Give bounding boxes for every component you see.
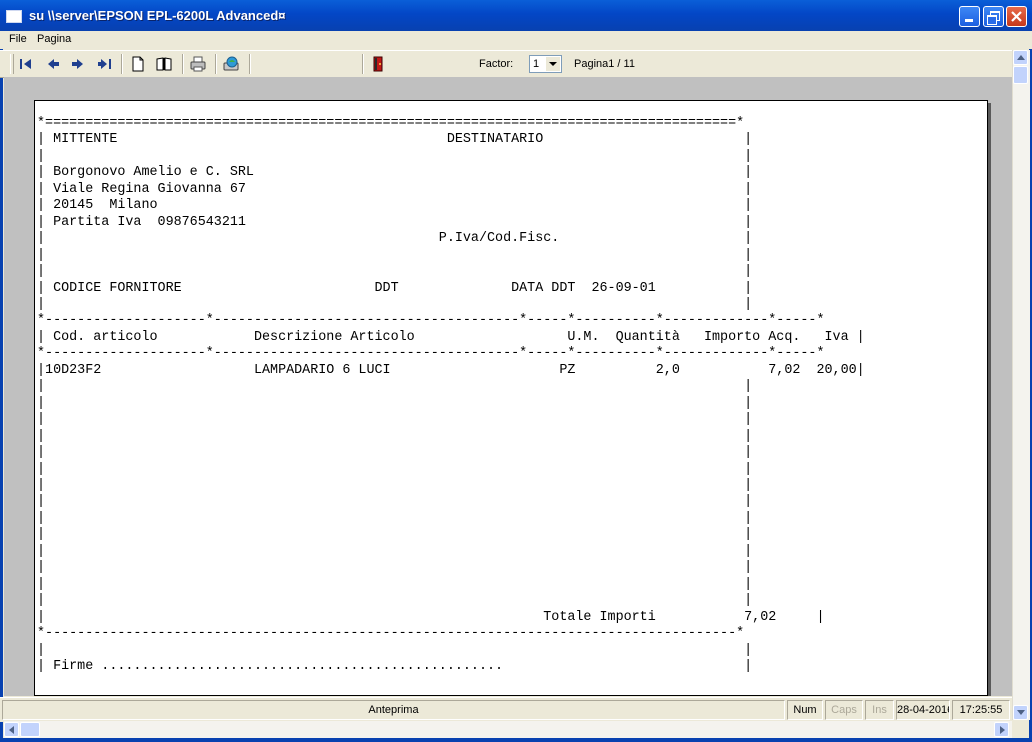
next-page-icon xyxy=(72,59,83,69)
factor-select[interactable]: 1 xyxy=(529,55,562,73)
report-line: *=======================================… xyxy=(37,116,745,131)
report-line: | | xyxy=(37,445,753,461)
exit-button[interactable] xyxy=(367,53,389,75)
window-border-left xyxy=(0,31,3,742)
report-line: | CODICE FORNITORE DDT DATA DDT 26-09-01… xyxy=(37,280,753,296)
window-border-bottom xyxy=(0,738,1032,742)
preview-area[interactable]: *=======================================… xyxy=(4,77,1012,696)
report-line: | | xyxy=(37,560,753,576)
window-title: su \\server\EPSON EPL-6200L Advanced¤ xyxy=(29,8,286,23)
minimize-icon xyxy=(965,19,973,22)
printer-setup-button[interactable] xyxy=(220,53,242,75)
toolbar-separator xyxy=(182,54,184,74)
report-line: | Cod. articolo Descrizione Articolo U.M… xyxy=(37,329,865,345)
close-icon xyxy=(1011,11,1022,22)
horizontal-scroll-thumb[interactable] xyxy=(20,722,40,737)
restore-button[interactable] xyxy=(983,6,1004,27)
horizontal-scrollbar[interactable] xyxy=(4,721,1012,738)
prev-page-icon xyxy=(48,59,59,69)
last-page-button[interactable] xyxy=(94,53,116,75)
window-app-icon[interactable] xyxy=(6,10,22,23)
menu-bar: File Pagina xyxy=(0,31,1032,49)
two-page-view-button[interactable] xyxy=(153,53,175,75)
print-icon xyxy=(190,56,206,72)
toolbar-separator xyxy=(121,54,123,74)
report-line: | | xyxy=(37,510,753,526)
report-line: | P.Iva/Cod.Fisc. | xyxy=(37,231,753,247)
close-button[interactable] xyxy=(1006,6,1027,27)
report-line: *---------------------------------------… xyxy=(37,626,745,642)
factor-value: 1 xyxy=(533,58,540,70)
document-page: *=======================================… xyxy=(34,100,988,696)
last-page-icon xyxy=(98,59,111,69)
exit-door-icon xyxy=(373,56,383,72)
report-line: | | xyxy=(37,576,753,592)
report-line: | | xyxy=(37,247,753,263)
title-bar[interactable]: su \\server\EPSON EPL-6200L Advanced¤ xyxy=(0,0,1032,31)
scroll-right-icon[interactable] xyxy=(994,722,1009,737)
report-line: | | xyxy=(37,148,753,164)
report-line: | | xyxy=(37,379,753,395)
previous-page-button[interactable] xyxy=(42,53,64,75)
scroll-left-icon[interactable] xyxy=(4,722,19,737)
report-line: *--------------------*------------------… xyxy=(37,346,825,362)
app-window: su \\server\EPSON EPL-6200L Advanced¤ Fi… xyxy=(0,0,1032,742)
toolbar-separator xyxy=(362,54,364,74)
next-page-button[interactable] xyxy=(67,53,89,75)
report-line: | | xyxy=(37,412,753,428)
status-time: 17:25:55 xyxy=(952,700,1010,720)
toolbar: Factor: 1 Pagina1 / 11 xyxy=(0,50,1012,78)
first-page-button[interactable] xyxy=(15,53,37,75)
toolbar-separator xyxy=(215,54,217,74)
report-text: *=======================================… xyxy=(37,116,865,675)
report-line: | MITTENTE DESTINATARIO | xyxy=(37,132,753,148)
report-line: | | xyxy=(37,543,753,559)
report-line: *--------------------*------------------… xyxy=(37,313,825,329)
scroll-up-icon[interactable] xyxy=(1013,50,1028,65)
menu-file[interactable]: File xyxy=(9,33,27,45)
dropdown-arrow-icon[interactable] xyxy=(546,57,560,71)
status-date: 28-04-2016 xyxy=(896,700,950,720)
report-line: | 20145 Milano | xyxy=(37,198,753,214)
status-caps: Caps xyxy=(825,700,863,720)
single-page-icon xyxy=(132,56,144,72)
print-button[interactable] xyxy=(187,53,209,75)
page-indicator: Pagina1 / 11 xyxy=(574,58,635,70)
status-bar: Anteprima Num Caps Ins 28-04-2016 17:25:… xyxy=(0,697,1012,722)
report-line: |10D23F2 LAMPADARIO 6 LUCI PZ 2,0 7,02 2… xyxy=(37,362,865,378)
toolbar-grip[interactable] xyxy=(10,54,14,74)
toolbar-separator xyxy=(249,54,251,74)
report-line: | Partita Iva 09876543211 | xyxy=(37,214,753,230)
status-num: Num xyxy=(787,700,823,720)
report-line: | | xyxy=(37,477,753,493)
report-line: | | xyxy=(37,593,753,609)
scroll-down-icon[interactable] xyxy=(1013,705,1028,720)
report-line: | Viale Regina Giovanna 67 | xyxy=(37,181,753,197)
status-ins: Ins xyxy=(865,700,894,720)
two-pages-icon xyxy=(156,57,172,71)
vertical-scroll-thumb[interactable] xyxy=(1013,66,1028,84)
printer-setup-icon xyxy=(223,56,239,71)
factor-label: Factor: xyxy=(479,58,514,70)
report-line: | | xyxy=(37,461,753,477)
report-line: | | xyxy=(37,296,753,312)
status-message: Anteprima xyxy=(2,700,785,720)
report-line: | Firme ................................… xyxy=(37,658,753,674)
menu-pagina[interactable]: Pagina xyxy=(37,33,71,45)
report-line: | Borgonovo Amelio e C. SRL | xyxy=(37,165,753,181)
report-line: | | xyxy=(37,428,753,444)
report-line: | | xyxy=(37,642,753,658)
report-line: | | xyxy=(37,395,753,411)
report-line: | Totale Importi 7,02 | xyxy=(37,609,825,625)
report-line: | | xyxy=(37,264,753,280)
report-line: | | xyxy=(37,494,753,510)
report-line: | | xyxy=(37,527,753,543)
vertical-scrollbar[interactable] xyxy=(1012,50,1030,720)
single-page-view-button[interactable] xyxy=(127,53,149,75)
first-page-icon xyxy=(20,59,31,69)
minimize-button[interactable] xyxy=(959,6,980,27)
